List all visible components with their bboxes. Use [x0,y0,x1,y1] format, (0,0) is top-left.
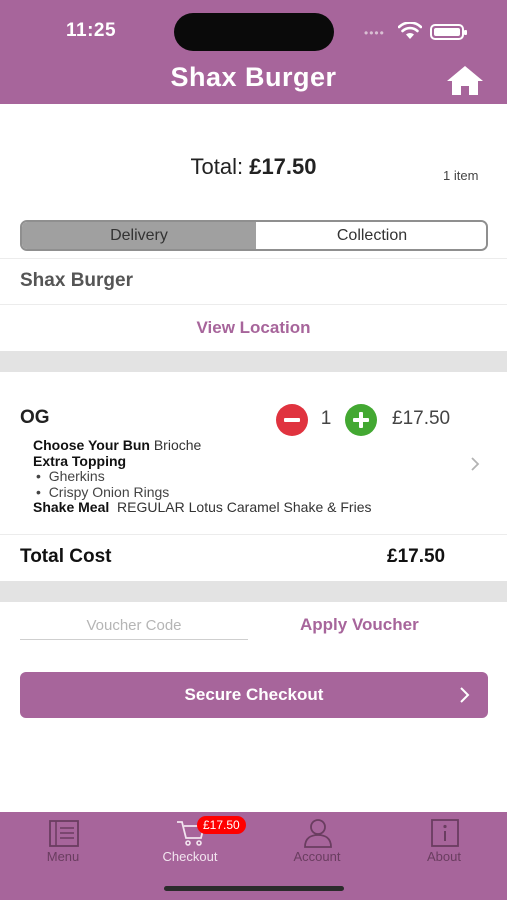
topping-name: Gherkins [48,468,105,484]
meal-option: Shake Meal REGULAR Lotus Caramel Shake &… [33,499,371,515]
topping-option-label: Extra Topping [33,453,127,469]
chevron-right-icon [460,687,470,703]
fulfilment-segmented-control: Delivery Collection [20,220,488,251]
tab-label: About [427,849,461,864]
app-title: Shax Burger [170,62,337,92]
home-icon[interactable] [445,64,485,96]
signal-icon: •••• [364,26,385,40]
tab-about[interactable]: About [381,812,507,872]
topping-name: Crispy Onion Rings [48,484,170,500]
apply-voucher-button[interactable]: Apply Voucher [300,615,419,635]
basket-total: Total: £17.50 [0,154,507,180]
wifi-icon [398,22,422,39]
section-separator [0,581,507,602]
order-item-name: OG [20,407,50,428]
store-name: Shax Burger [20,270,133,291]
meal-option-value: REGULAR Lotus Caramel Shake & Fries [117,499,372,515]
topping-list-item: • Gherkins [36,468,105,484]
collection-option[interactable]: Collection [258,222,486,249]
divider [0,304,507,305]
checkout-badge: £17.50 [197,816,246,834]
battery-icon [430,24,467,40]
tab-label: Menu [46,849,80,864]
secure-checkout-button[interactable]: Secure Checkout [20,672,488,718]
menu-book-icon [49,820,79,847]
bun-option-value: Brioche [153,437,202,453]
app-header: 11:25 •••• Shax Burger [0,0,507,104]
meal-option-label: Shake Meal [33,499,110,515]
person-icon [304,819,332,848]
increase-quantity-button[interactable] [345,404,377,436]
tab-account[interactable]: Account [254,812,380,872]
chevron-right-icon[interactable] [468,456,482,472]
total-amount: £17.50 [249,154,317,179]
view-location-link[interactable]: View Location [0,318,507,338]
divider [0,258,507,259]
secure-checkout-label: Secure Checkout [184,685,324,704]
status-icons: •••• [364,22,474,42]
order-item-price: £17.50 [392,408,451,429]
voucher-code-input[interactable] [20,612,248,640]
dynamic-island [174,13,334,51]
section-separator [0,351,507,372]
tab-label: Checkout [162,849,218,864]
total-cost-value: £17.50 [387,546,446,567]
tab-label: Account [293,849,341,864]
item-quantity: 1 [320,408,332,429]
divider [0,534,507,535]
bun-option-label: Choose Your Bun [33,437,150,453]
item-count: 1 item [443,168,479,183]
tab-menu[interactable]: Menu [0,812,126,872]
decrease-quantity-button[interactable] [276,404,308,436]
info-icon [431,819,459,847]
delivery-option[interactable]: Delivery [22,222,256,249]
bun-option: Choose Your Bun Brioche [33,437,201,453]
status-time: 11:25 [66,20,117,41]
home-indicator[interactable] [164,886,344,891]
total-cost-label: Total Cost [20,546,112,567]
total-label: Total: [190,154,244,179]
topping-list-item: • Crispy Onion Rings [36,484,170,500]
topping-option: Extra Topping [33,453,126,469]
